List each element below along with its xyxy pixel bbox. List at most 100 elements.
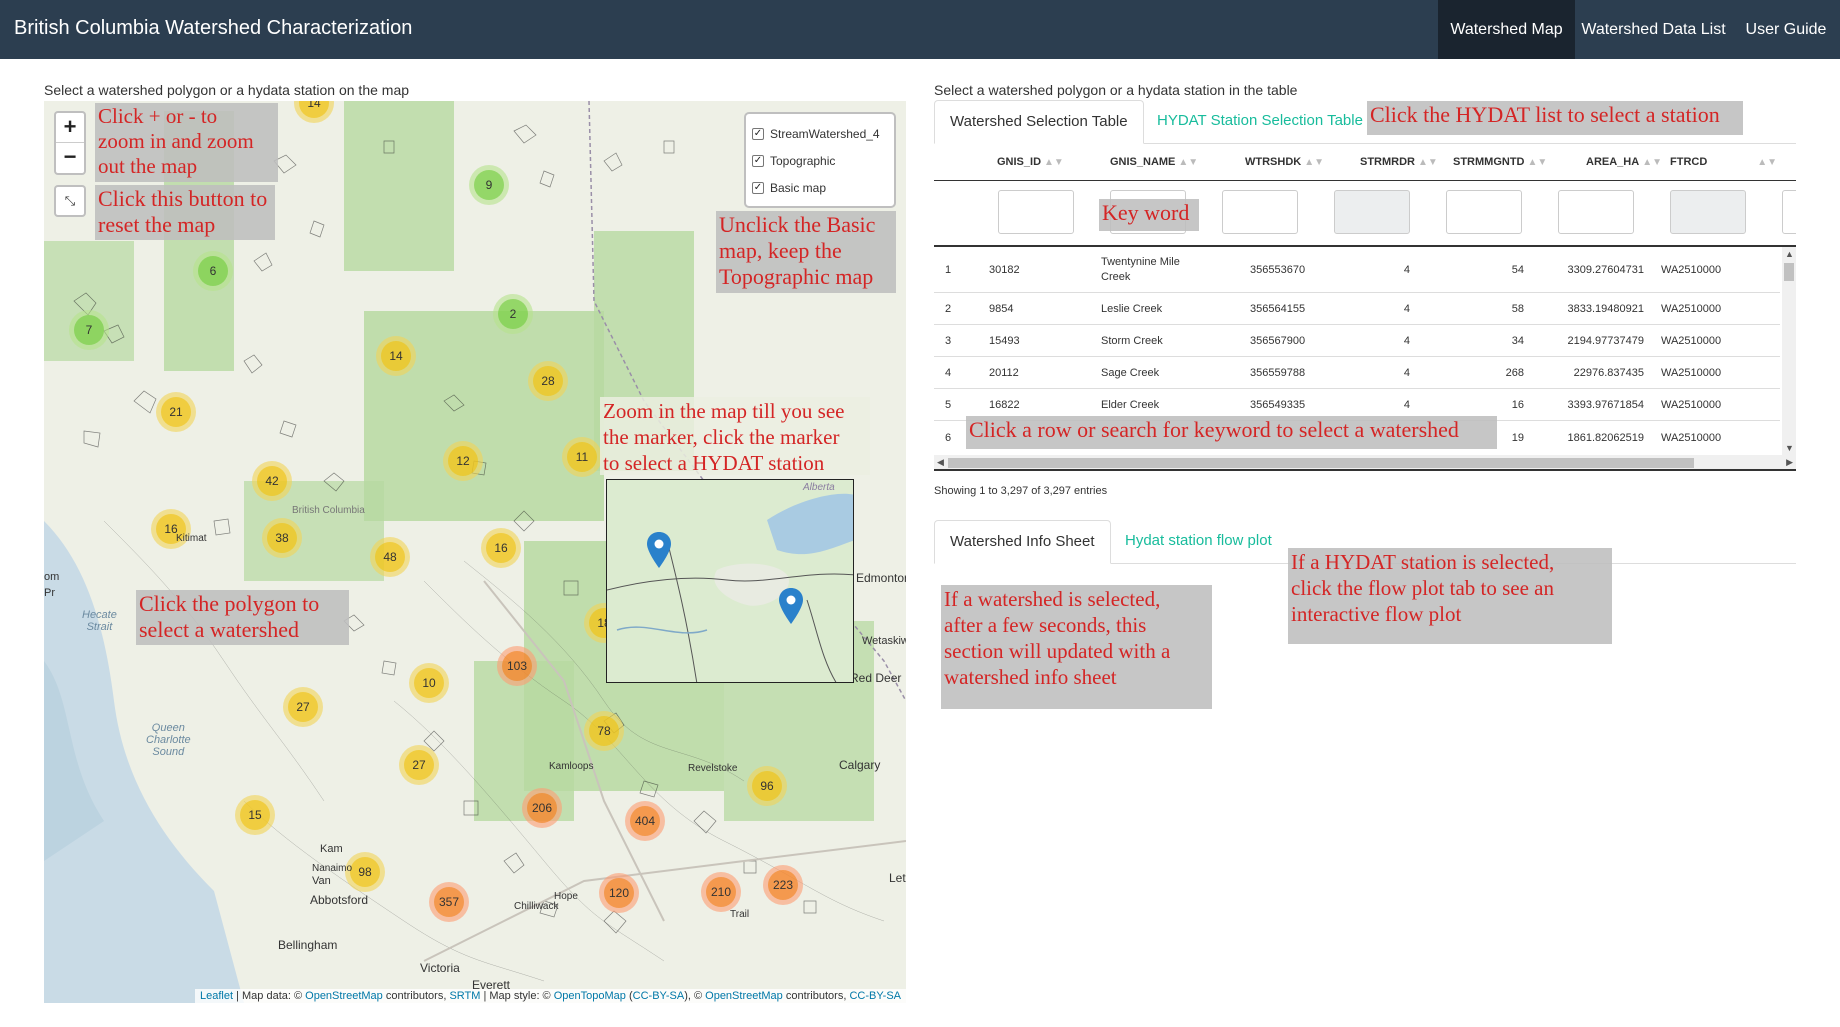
osm-link[interactable]: OpenStreetMap: [305, 990, 383, 1002]
nav-watershed-data-list[interactable]: Watershed Data List: [1575, 0, 1732, 59]
zoom-control: + −: [54, 111, 86, 175]
column-header-gnis-id[interactable]: GNIS_ID ▲▼: [997, 144, 1064, 180]
cluster-marker[interactable]: 11: [562, 437, 602, 477]
cluster-marker[interactable]: 357: [429, 882, 469, 922]
osm-link[interactable]: OpenStreetMap: [705, 990, 783, 1002]
cluster-marker[interactable]: 28: [528, 361, 568, 401]
place-trail: Trail: [730, 909, 750, 920]
cluster-marker[interactable]: 2: [493, 294, 533, 334]
sort-icon: ▲▼: [1178, 157, 1199, 168]
column-label: GNIS_NAME: [1110, 156, 1176, 168]
cell-area-ha: 3833.19480921: [1567, 303, 1644, 315]
annotation-zoom-marker: Zoom in the map till you see the marker,…: [600, 397, 870, 475]
filter-input-gnis-id[interactable]: [998, 190, 1074, 234]
layer-checkbox-topographic[interactable]: ✓: [752, 154, 764, 167]
scroll-up-icon[interactable]: ▲: [1785, 249, 1794, 259]
cluster-marker[interactable]: 206: [522, 788, 562, 828]
zoom-out-button[interactable]: −: [56, 143, 84, 173]
table-row[interactable]: 1 30182 Twentynine Mile Creek 356553670 …: [934, 247, 1780, 293]
cluster-marker[interactable]: 78: [584, 711, 624, 751]
cluster-marker[interactable]: 404: [625, 801, 665, 841]
annotation-keyword: Key word: [1099, 199, 1199, 231]
layer-basic-map[interactable]: ✓ Basic map: [752, 174, 888, 201]
hydat-marker-icon[interactable]: [779, 588, 803, 624]
srtm-link[interactable]: SRTM: [449, 990, 480, 1002]
cc-by-sa-link[interactable]: CC-BY-SA: [849, 990, 901, 1002]
cell-strmmgntd: 16: [1511, 399, 1524, 411]
leaflet-link[interactable]: Leaflet: [200, 990, 233, 1002]
annotation-flow-plot: If a HYDAT station is selected, click th…: [1288, 548, 1612, 644]
cell-area-ha: 2194.97737479: [1567, 335, 1644, 347]
place-revelstoke: Revelstoke: [688, 763, 738, 774]
inset-zoomed-map[interactable]: Alberta: [606, 479, 854, 683]
scroll-thumb[interactable]: [948, 458, 1694, 468]
cluster-marker[interactable]: 7: [69, 310, 109, 350]
sort-icon: ▲▼: [1418, 157, 1438, 168]
tab-hydat-station-flow-plot[interactable]: Hydat station flow plot: [1110, 520, 1287, 564]
cluster-marker[interactable]: 42: [252, 461, 292, 501]
table-vertical-scrollbar[interactable]: ▲ ▼: [1782, 247, 1796, 455]
cluster-marker[interactable]: 14: [376, 336, 416, 376]
layer-streamwatershed[interactable]: ✓ StreamWatershed_4: [752, 120, 888, 147]
nav-user-guide[interactable]: User Guide: [1732, 0, 1840, 59]
table-row[interactable]: 2 9854 Leslie Creek 356564155 4 58 3833.…: [934, 293, 1780, 325]
scroll-thumb[interactable]: [1784, 263, 1794, 281]
cluster-marker[interactable]: 120: [599, 873, 639, 913]
cc-by-sa-link[interactable]: CC-BY-SA: [633, 990, 685, 1002]
filter-input-strmrdr[interactable]: [1334, 190, 1410, 234]
cell-gnis-name: Twentynine Mile Creek: [1101, 256, 1180, 283]
attribution-text: ), ©: [684, 990, 706, 1002]
cluster-marker[interactable]: 27: [283, 687, 323, 727]
hydat-marker-icon[interactable]: [647, 532, 671, 568]
table-horizontal-scrollbar[interactable]: ◀ ▶: [934, 455, 1796, 471]
filter-input-area-ha[interactable]: [1558, 190, 1634, 234]
cluster-marker[interactable]: 16: [481, 528, 521, 568]
table-row[interactable]: 3 15493 Storm Creek 356567900 4 34 2194.…: [934, 325, 1780, 357]
place-wetaskiwin: Wetaskiwin: [862, 635, 906, 647]
column-header-area-ha[interactable]: AREA_HA ▲▼: [1586, 144, 1662, 180]
tab-watershed-selection-table[interactable]: Watershed Selection Table: [934, 100, 1144, 144]
column-header-wtrshdk[interactable]: WTRSHDK ▲▼: [1245, 144, 1324, 180]
scroll-left-icon[interactable]: ◀: [937, 457, 944, 468]
layer-label: Basic map: [770, 180, 827, 195]
cluster-marker[interactable]: 96: [747, 766, 787, 806]
scroll-right-icon[interactable]: ▶: [1786, 457, 1793, 468]
cluster-marker[interactable]: 223: [763, 865, 803, 905]
table-row[interactable]: 4 20112 Sage Creek 356559788 4 268 22976…: [934, 357, 1780, 389]
cluster-marker[interactable]: 9: [469, 165, 509, 205]
cluster-marker[interactable]: 27: [399, 745, 439, 785]
cluster-marker[interactable]: 103: [497, 646, 537, 686]
cell-area-ha: 1861.82062519: [1567, 432, 1644, 444]
cluster-marker[interactable]: 10: [409, 663, 449, 703]
header-divider: [934, 180, 1796, 181]
filter-input-strmmgntd[interactable]: [1446, 190, 1522, 234]
map-instruction: Select a watershed polygon or a hydata s…: [44, 82, 410, 98]
place-victoria: Victoria: [420, 961, 460, 975]
filter-input-ftrcd[interactable]: [1670, 190, 1746, 234]
nav-watershed-map[interactable]: Watershed Map: [1438, 0, 1575, 59]
opentopomap-link[interactable]: OpenTopoMap: [554, 990, 626, 1002]
zoom-in-button[interactable]: +: [56, 113, 84, 143]
column-header-ftrcd[interactable]: FTRCD ▲▼: [1670, 144, 1777, 180]
filter-input-extra[interactable]: [1782, 190, 1796, 234]
cluster-marker[interactable]: 210: [701, 872, 741, 912]
cell-area-ha: 3309.27604731: [1567, 264, 1644, 276]
layer-checkbox-basic-map[interactable]: ✓: [752, 181, 764, 194]
cluster-marker[interactable]: 48: [370, 537, 410, 577]
scroll-down-icon[interactable]: ▼: [1785, 443, 1794, 453]
cluster-marker[interactable]: 21: [156, 392, 196, 432]
filter-input-wtrshdk[interactable]: [1222, 190, 1298, 234]
column-header-gnis-name[interactable]: GNIS_NAME ▲▼: [1110, 144, 1198, 180]
tab-watershed-info-sheet[interactable]: Watershed Info Sheet: [934, 520, 1111, 564]
cluster-marker[interactable]: 12: [443, 441, 483, 481]
column-header-strmrdr[interactable]: STRMRDR ▲▼: [1360, 144, 1438, 180]
layer-topographic[interactable]: ✓ Topographic: [752, 147, 888, 174]
reset-map-icon[interactable]: ⤡: [54, 185, 86, 217]
tab-hydat-station-selection-table[interactable]: HYDAT Station Selection Table: [1142, 100, 1378, 144]
column-header-strmmgntd[interactable]: STRMMGNTD ▲▼: [1453, 144, 1547, 180]
cell-gnis-id: 9854: [989, 303, 1014, 315]
layer-checkbox-streamwatershed[interactable]: ✓: [752, 127, 764, 140]
cluster-marker[interactable]: 6: [193, 251, 233, 291]
cluster-marker[interactable]: 15: [235, 795, 275, 835]
cluster-marker[interactable]: 38: [262, 518, 302, 558]
